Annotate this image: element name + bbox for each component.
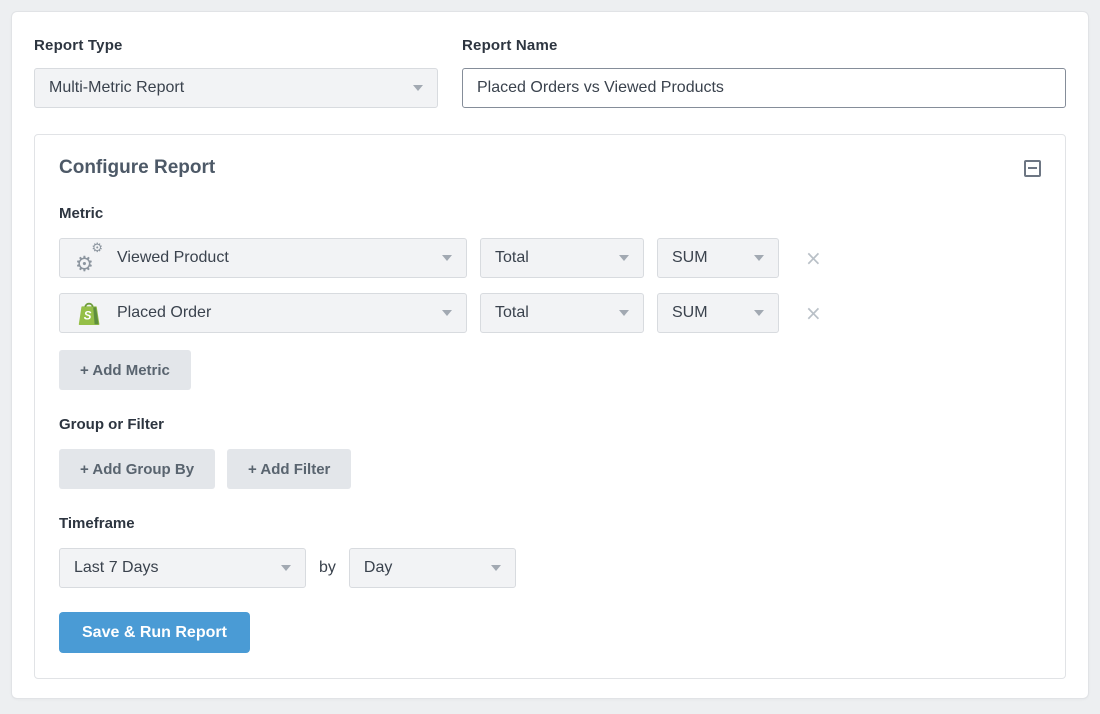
chevron-down-icon	[442, 255, 452, 261]
chevron-down-icon	[442, 310, 452, 316]
remove-metric-icon[interactable]: ×	[805, 303, 822, 323]
interval-select[interactable]: Day	[349, 548, 516, 588]
remove-metric-icon[interactable]: ×	[805, 248, 822, 268]
metric-select[interactable]: S Placed Order	[59, 293, 467, 333]
svg-text:S: S	[84, 310, 92, 322]
chevron-down-icon	[491, 565, 501, 571]
function-select[interactable]: SUM	[657, 238, 779, 278]
group-filter-section-label: Group or Filter	[59, 416, 1041, 433]
metric-row: ⚙ ⚙ Viewed Product Total SUM ×	[59, 238, 1041, 278]
chevron-down-icon	[754, 255, 764, 261]
group-filter-row: + Add Group By + Add Filter	[59, 449, 1041, 489]
configure-report-header: Configure Report	[59, 157, 1041, 179]
chevron-down-icon	[413, 85, 423, 91]
report-builder-card: Report Type Multi-Metric Report Report N…	[11, 11, 1089, 699]
report-type-field: Report Type Multi-Metric Report	[34, 37, 438, 108]
configure-report-panel: Configure Report Metric ⚙ ⚙ Viewed Produ…	[34, 134, 1066, 679]
timeframe-section-label: Timeframe	[59, 515, 1041, 532]
function-value: SUM	[672, 304, 744, 322]
timeframe-value: Last 7 Days	[74, 559, 271, 577]
report-name-input[interactable]	[462, 68, 1066, 108]
timeframe-select[interactable]: Last 7 Days	[59, 548, 306, 588]
metric-name: Placed Order	[117, 304, 432, 322]
timeframe-row: Last 7 Days by Day	[59, 548, 1041, 588]
chevron-down-icon	[281, 565, 291, 571]
metric-row: S Placed Order Total SUM ×	[59, 293, 1041, 333]
add-metric-button[interactable]: + Add Metric	[59, 350, 191, 390]
interval-value: Day	[364, 559, 481, 577]
gears-icon: ⚙ ⚙	[74, 244, 104, 272]
top-row: Report Type Multi-Metric Report Report N…	[34, 37, 1066, 108]
aggregation-value: Total	[495, 249, 609, 267]
aggregation-value: Total	[495, 304, 609, 322]
metric-select[interactable]: ⚙ ⚙ Viewed Product	[59, 238, 467, 278]
report-name-label: Report Name	[462, 37, 1066, 54]
aggregation-select[interactable]: Total	[480, 293, 644, 333]
report-type-value: Multi-Metric Report	[49, 79, 403, 97]
chevron-down-icon	[619, 310, 629, 316]
by-label: by	[319, 559, 336, 577]
function-value: SUM	[672, 249, 744, 267]
function-select[interactable]: SUM	[657, 293, 779, 333]
metric-name: Viewed Product	[117, 249, 432, 267]
chevron-down-icon	[619, 255, 629, 261]
shopify-icon: S	[74, 300, 104, 327]
configure-report-title: Configure Report	[59, 157, 215, 179]
add-group-by-button[interactable]: + Add Group By	[59, 449, 215, 489]
aggregation-select[interactable]: Total	[480, 238, 644, 278]
report-type-select[interactable]: Multi-Metric Report	[34, 68, 438, 108]
metric-section-label: Metric	[59, 205, 1041, 222]
save-run-report-button[interactable]: Save & Run Report	[59, 612, 250, 653]
report-name-field: Report Name	[462, 37, 1066, 108]
chevron-down-icon	[754, 310, 764, 316]
add-filter-button[interactable]: + Add Filter	[227, 449, 351, 489]
minus-square-icon[interactable]	[1024, 160, 1041, 177]
report-type-label: Report Type	[34, 37, 438, 54]
